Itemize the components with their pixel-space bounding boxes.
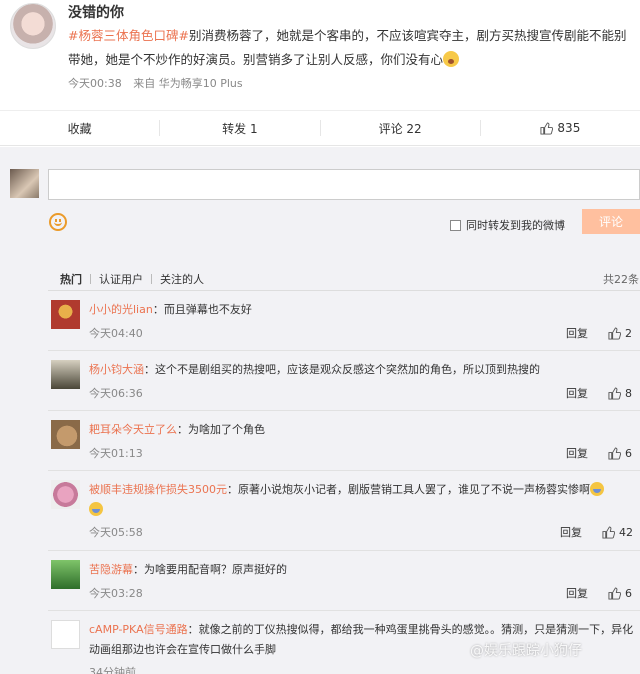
comment-like-button[interactable]: 2 xyxy=(608,327,632,340)
divider xyxy=(48,470,640,471)
comment-content: ：为啥加了个角色 xyxy=(177,423,265,436)
commenter-name[interactable]: 苦隐游幕 xyxy=(89,563,133,576)
thumbs-up-icon xyxy=(540,121,554,135)
repost-label: 转发 1 xyxy=(222,121,258,136)
tab-hot[interactable]: 热门 xyxy=(60,271,90,287)
comment-text: 小小的光lian：而且弹幕也不友好 xyxy=(89,300,634,320)
commenter-avatar[interactable] xyxy=(51,620,80,649)
commenter-name[interactable]: cAMP-PKA信号通路 xyxy=(89,623,188,636)
repost-checkbox-row[interactable]: 同时转发到我的微博 xyxy=(450,217,565,233)
reply-button[interactable]: 回复 xyxy=(566,445,588,461)
comment-like-count: 2 xyxy=(625,327,632,340)
comment-filter-tabs: 热门 认证用户 关注的人 xyxy=(60,271,212,287)
author-name[interactable]: 没错的你 xyxy=(68,2,124,22)
commenter-name[interactable]: 被顺丰违规操作损失3500元 xyxy=(89,483,227,496)
comment-like-count: 6 xyxy=(625,447,632,460)
divider xyxy=(48,290,640,291)
commenter-avatar[interactable] xyxy=(51,560,80,589)
current-user-avatar xyxy=(10,169,39,198)
post-source: 来自 华为畅享10 Plus xyxy=(133,77,243,90)
comment-button[interactable]: 评论 22 xyxy=(321,111,480,145)
repost-checkbox[interactable] xyxy=(450,219,461,231)
comment-like-button[interactable]: 6 xyxy=(608,587,632,600)
comment-content: ：原著小说炮灰小记者，剧版营销工具人罢了，谁见了不说一声杨蓉实惨啊 xyxy=(227,483,590,496)
thumbs-up-icon xyxy=(602,526,616,539)
comment-content: ：这个不是剧组买的热搜吧，应该是观众反感这个突然加的角色，所以顶到热搜的 xyxy=(144,363,540,376)
reply-button[interactable]: 回复 xyxy=(566,325,588,341)
comment-like-count: 42 xyxy=(619,526,633,539)
comment-like-button[interactable]: 6 xyxy=(608,447,632,460)
thumbs-up-icon xyxy=(608,327,622,340)
divider xyxy=(48,350,640,351)
thumbs-up-icon xyxy=(608,387,622,400)
submit-comment-button[interactable]: 评论 xyxy=(582,209,640,234)
like-button[interactable]: 835 xyxy=(481,111,640,145)
post-time[interactable]: 今天00:38 xyxy=(68,77,122,90)
comment-content: ：而且弹幕也不友好 xyxy=(152,303,252,316)
comment-text: 苦隐游幕：为啥要用配音啊？原声挺好的 xyxy=(89,560,634,580)
commenter-name[interactable]: 杨小钧大涵 xyxy=(89,363,144,376)
comment-text: 耙耳朵今天立了么：为啥加了个角色 xyxy=(89,420,634,440)
comment-time: 今天04:40 xyxy=(89,327,143,340)
commenter-avatar[interactable] xyxy=(51,420,80,449)
watermark: @娱乐跟踪小狗仔 xyxy=(470,643,582,659)
reply-button[interactable]: 回复 xyxy=(560,524,582,540)
comment-time: 今天05:58 xyxy=(89,526,143,539)
comment-time: 今天06:36 xyxy=(89,387,143,400)
crying-emoji-icon xyxy=(590,482,604,496)
emoji-picker-icon[interactable] xyxy=(49,213,67,231)
comment-like-count: 8 xyxy=(625,387,632,400)
comment-time: 34分钟前 xyxy=(89,666,136,674)
comment-input[interactable] xyxy=(48,169,640,200)
author-avatar[interactable] xyxy=(10,3,56,49)
weibo-post: 没错的你 #杨蓉三体角色口碑#别消费杨蓉了，她就是个客串的，不应该喧宾夺主，剧方… xyxy=(0,0,640,108)
comment-like-count: 6 xyxy=(625,587,632,600)
post-hashtag[interactable]: #杨蓉三体角色口碑# xyxy=(68,28,189,43)
comment-text: 杨小钧大涵：这个不是剧组买的热搜吧，应该是观众反感这个突然加的角色，所以顶到热搜… xyxy=(89,360,634,380)
reply-button[interactable]: 回复 xyxy=(566,385,588,401)
comment-total: 共22条 xyxy=(603,273,639,286)
comment-label: 评论 22 xyxy=(378,121,422,136)
tab-following[interactable]: 关注的人 xyxy=(152,271,212,287)
comment-time: 今天03:28 xyxy=(89,587,143,600)
comment-text: 被顺丰违规操作损失3500元：原著小说炮灰小记者，剧版营销工具人罢了，谁见了不说… xyxy=(89,480,634,520)
thumbs-up-icon xyxy=(608,447,622,460)
commenter-avatar[interactable] xyxy=(51,480,80,509)
like-count: 835 xyxy=(557,121,581,135)
thumbs-up-icon xyxy=(608,587,622,600)
commenter-name[interactable]: 耙耳朵今天立了么 xyxy=(89,423,177,436)
collect-button[interactable]: 收藏 xyxy=(0,111,159,145)
comment-like-button[interactable]: 42 xyxy=(602,526,633,539)
divider xyxy=(48,550,640,551)
comment-like-button[interactable]: 8 xyxy=(608,387,632,400)
comment-time: 今天01:13 xyxy=(89,447,143,460)
repost-button[interactable]: 转发 1 xyxy=(160,111,319,145)
collect-label: 收藏 xyxy=(67,121,92,136)
divider xyxy=(48,610,640,611)
post-action-bar: 收藏 转发 1 评论 22 835 xyxy=(0,110,640,146)
reply-button[interactable]: 回复 xyxy=(566,585,588,601)
comment-content: ：为啥要用配音啊？原声挺好的 xyxy=(133,563,287,576)
post-meta: 今天00:38 来自 华为畅享10 Plus xyxy=(68,75,251,91)
post-text: #杨蓉三体角色口碑#别消费杨蓉了，她就是个客串的，不应该喧宾夺主，剧方买热搜宣传… xyxy=(68,24,633,72)
repost-checkbox-label: 同时转发到我的微博 xyxy=(466,219,565,232)
commenter-avatar[interactable] xyxy=(51,300,80,329)
divider xyxy=(48,410,640,411)
commenter-name[interactable]: 小小的光lian xyxy=(89,303,153,316)
tab-verified[interactable]: 认证用户 xyxy=(91,271,151,287)
shocked-emoji-icon xyxy=(443,51,460,67)
commenter-avatar[interactable] xyxy=(51,360,80,389)
crying-emoji-icon xyxy=(89,502,103,516)
